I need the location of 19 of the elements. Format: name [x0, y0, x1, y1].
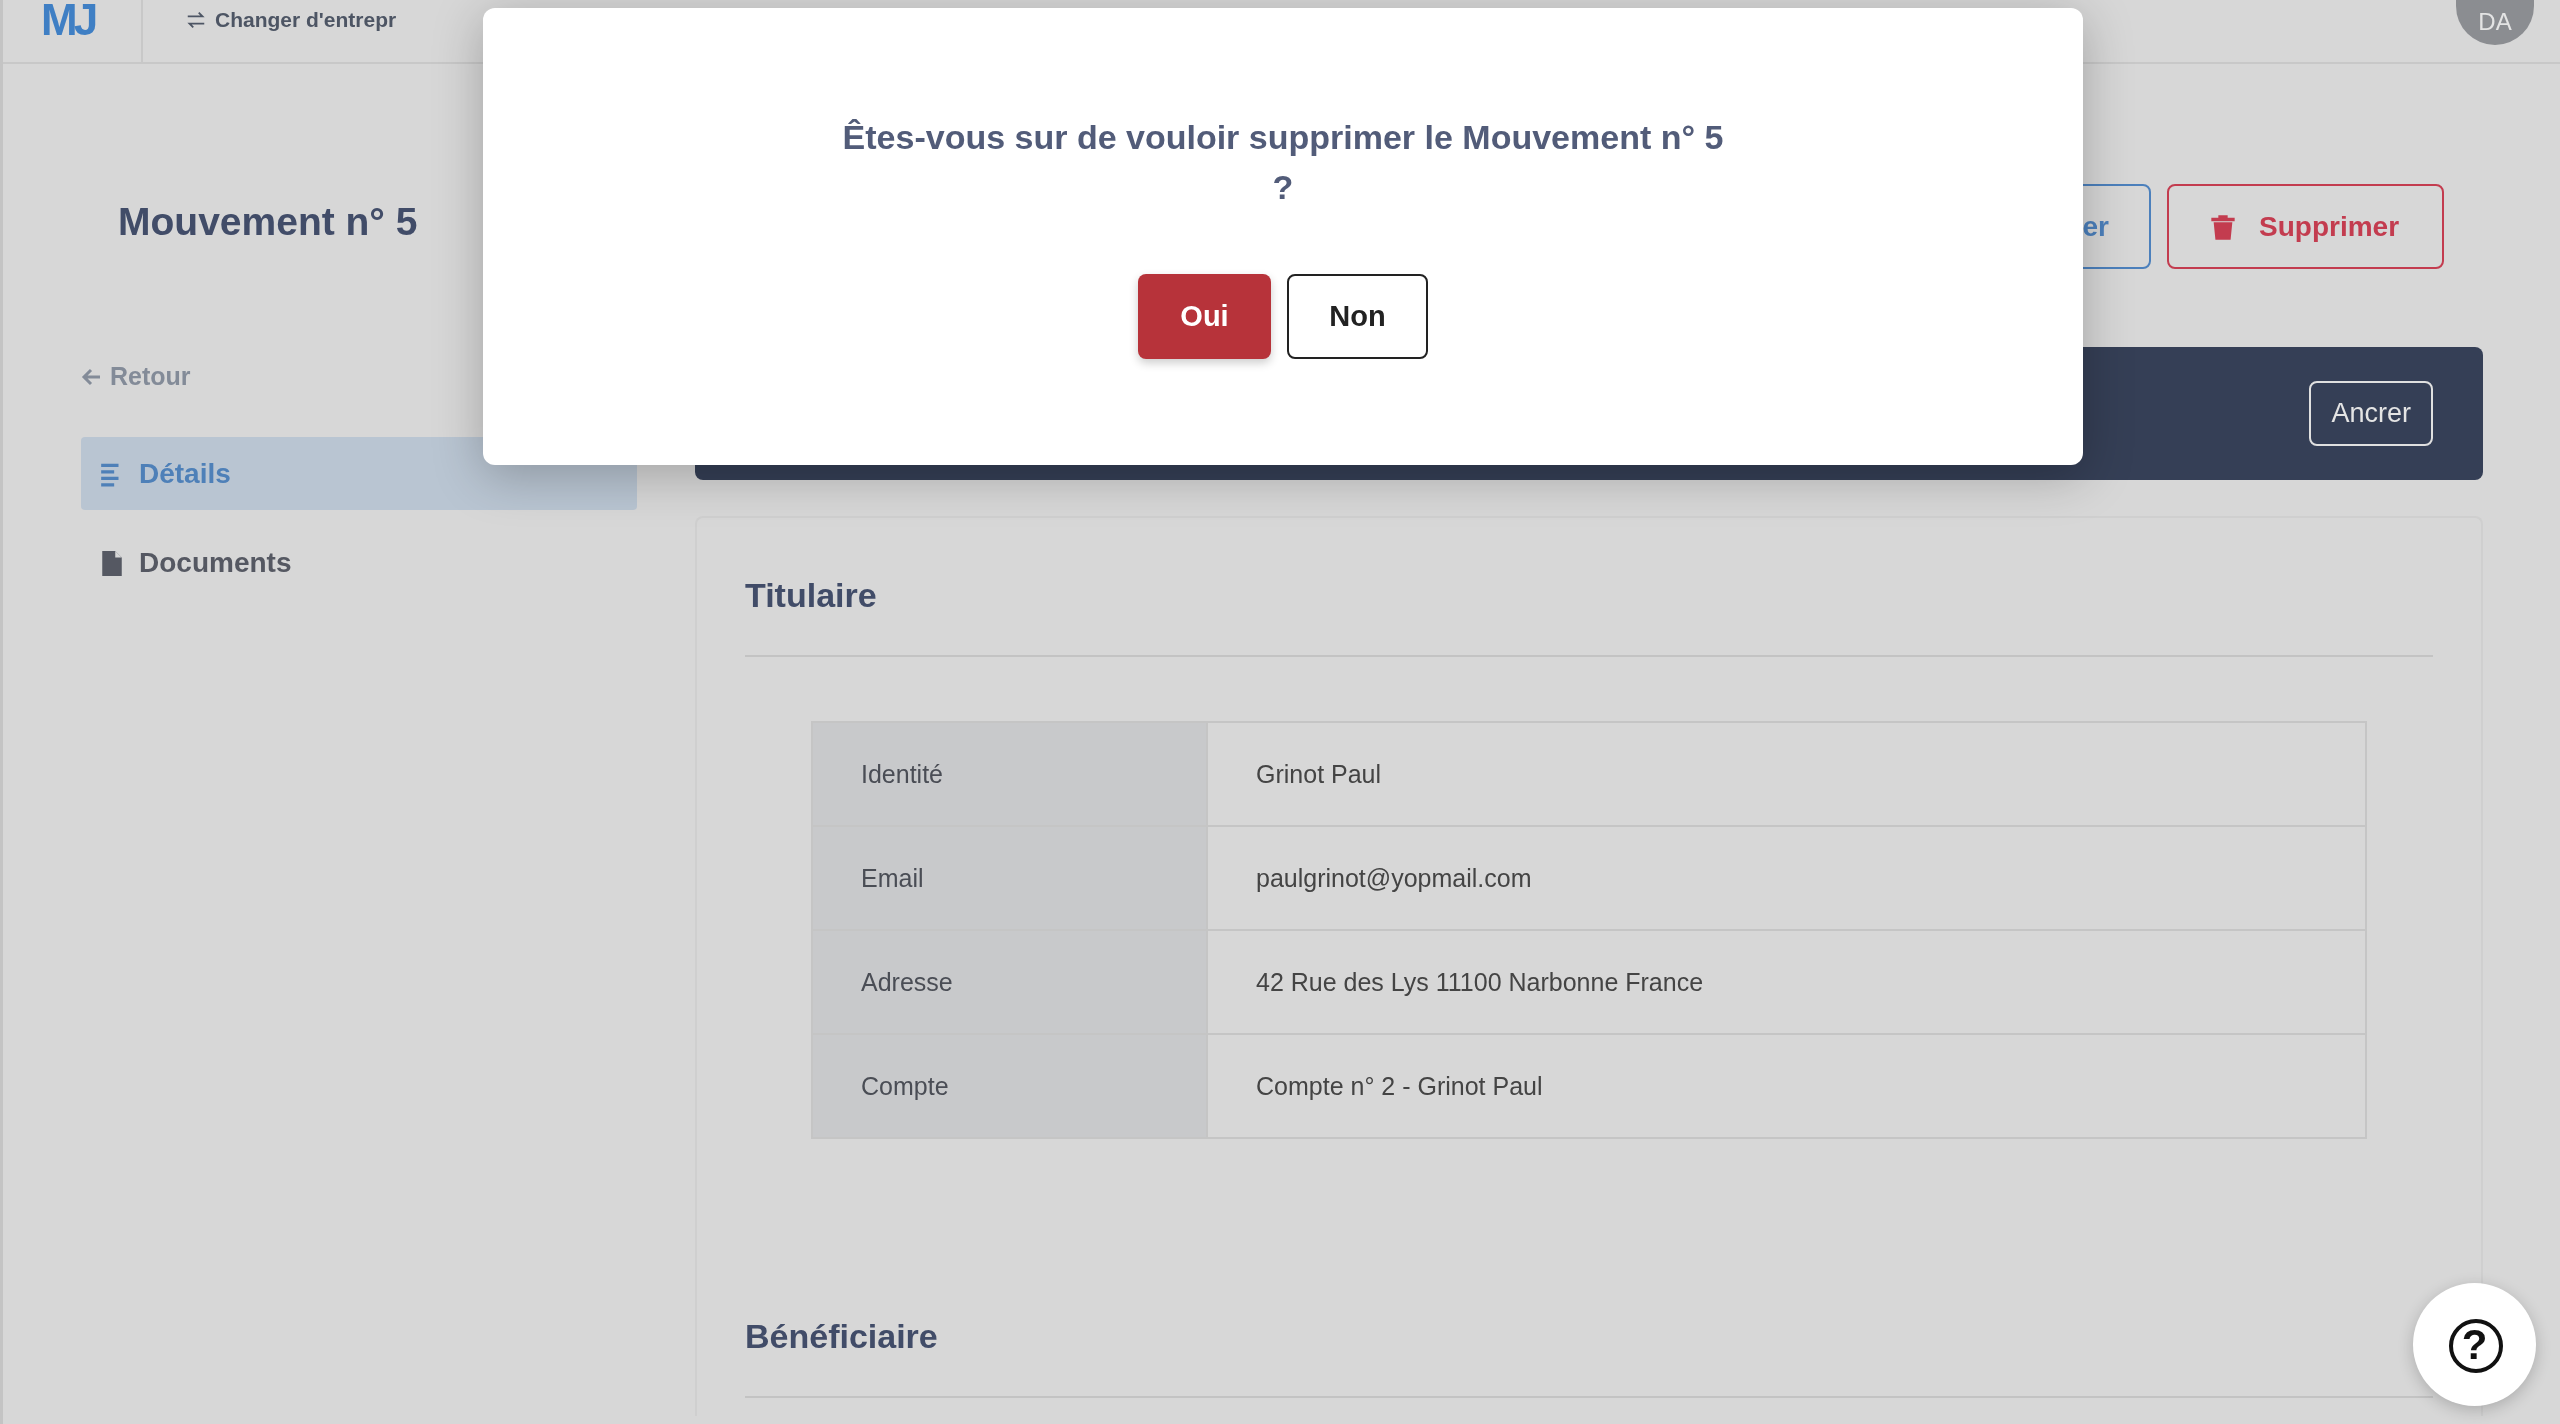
help-button[interactable]: ?: [2413, 1283, 2536, 1406]
switch-company-link[interactable]: Changer d'entrepr: [185, 8, 397, 32]
table-cell: Email: [813, 827, 1208, 931]
swap-icon: [185, 9, 207, 31]
delete-button[interactable]: Supprimer: [2167, 184, 2444, 269]
section-title: Titulaire: [745, 576, 878, 615]
logo[interactable]: MJ: [3, 0, 143, 62]
page-title: Mouvement n° 5: [118, 200, 419, 244]
confirm-button[interactable]: Oui: [1138, 274, 1271, 359]
table-cell: Identité: [813, 723, 1208, 827]
table-cell: Compte: [813, 1035, 1208, 1137]
dialog-message: Êtes-vous sur de vouloir supprimer le Mouvement n° 5 ?: [841, 117, 1725, 208]
document-icon: [99, 549, 125, 576]
avatar[interactable]: DA: [2456, 0, 2534, 45]
cancel-button[interactable]: Non: [1287, 274, 1428, 359]
table-cell: Adresse: [813, 931, 1208, 1035]
sidebar-item[interactable]: Documents: [81, 526, 637, 599]
anchor-button[interactable]: Ancrer: [2309, 381, 2433, 446]
section-title: Bénéficiaire: [745, 1317, 939, 1356]
